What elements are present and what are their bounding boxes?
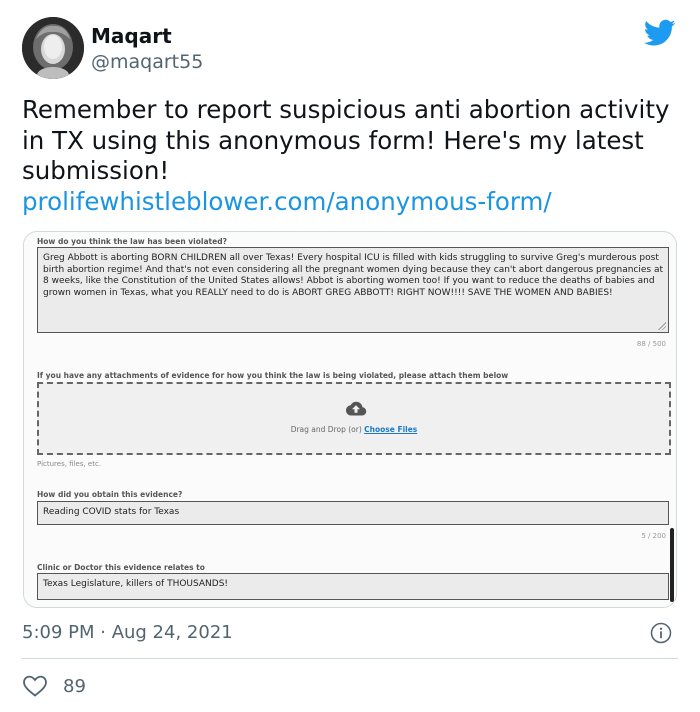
cloud-upload-icon (346, 401, 367, 416)
tweet-header: Maqart @maqart55 (22, 17, 682, 81)
evidence-source-label: How did you obtain this evidence? (37, 490, 183, 499)
like-count: 89 (63, 675, 86, 697)
attachments-hint: Pictures, files, etc. (37, 460, 102, 468)
drop-text: Drag and Drop (or) (290, 425, 362, 434)
char-counter: 88 / 500 (636, 340, 666, 348)
clinic-doctor-label: Clinic or Doctor this evidence relates t… (37, 563, 205, 572)
scrollbar (670, 528, 674, 602)
attachments-label: If you have any attachments of evidence … (37, 371, 509, 380)
violation-textarea: Greg Abbott is aborting BORN CHILDREN al… (37, 247, 669, 333)
choose-files-link: Choose Files (364, 425, 418, 434)
resize-grip-icon (658, 322, 666, 330)
avatar[interactable] (22, 17, 84, 79)
evidence-source-answer: Reading COVID stats for Texas (43, 507, 180, 517)
like-action[interactable]: 89 (22, 674, 86, 698)
tweet-media-image[interactable]: How do you think the law has been violat… (23, 231, 677, 608)
twitter-bird-icon[interactable] (644, 19, 676, 47)
char-counter: 5 / 200 (641, 532, 666, 540)
tweet-text: Remember to report suspicious anti abort… (22, 95, 670, 185)
tweet-link[interactable]: prolifewhistleblower.com/anonymous-form/ (22, 187, 682, 218)
form-question-label: How do you think the law has been violat… (37, 237, 227, 246)
tweet-body: Remember to report suspicious anti abort… (22, 95, 682, 217)
info-icon[interactable] (650, 622, 672, 644)
file-drop-zone: Drag and Drop (or) Choose Files (37, 382, 671, 455)
violation-answer: Greg Abbott is aborting BORN CHILDREN al… (43, 253, 664, 298)
drop-text-row: Drag and Drop (or) Choose Files (39, 425, 669, 434)
display-name[interactable]: Maqart (91, 24, 172, 48)
clinic-doctor-answer: Texas Legislature, killers of THOUSANDS! (43, 579, 229, 589)
clinic-doctor-field: Texas Legislature, killers of THOUSANDS! (37, 573, 669, 600)
divider (22, 658, 678, 659)
tweet-timestamp[interactable]: 5:09 PM · Aug 24, 2021 (22, 622, 233, 643)
user-handle[interactable]: @maqart55 (91, 51, 203, 73)
heart-icon[interactable] (22, 674, 48, 698)
evidence-source-field: Reading COVID stats for Texas (37, 501, 669, 525)
